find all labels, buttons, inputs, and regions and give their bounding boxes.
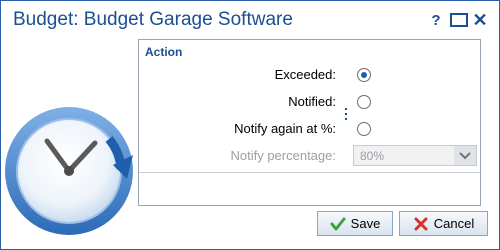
- chevron-down-icon: [459, 151, 471, 159]
- checkmark-icon: [330, 217, 346, 230]
- notify-again-radio[interactable]: [357, 122, 371, 136]
- clock-icon: [5, 107, 133, 235]
- help-icon: ?: [431, 11, 441, 29]
- panel-divider: [139, 172, 480, 173]
- save-button[interactable]: Save: [317, 211, 393, 236]
- dialog-window: Budget: Budget Garage Software ? ✕ Actio…: [0, 0, 500, 250]
- notify-percentage-label: Notify percentage:: [230, 148, 336, 163]
- cancel-button-label: Cancel: [433, 216, 475, 231]
- cancel-button[interactable]: Cancel: [399, 211, 488, 236]
- help-button[interactable]: ?: [429, 10, 443, 30]
- dropdown-button[interactable]: [454, 146, 476, 165]
- notify-percentage-value: 80%: [360, 149, 385, 163]
- notified-label: Notified:: [288, 94, 336, 109]
- exceeded-radio[interactable]: [357, 68, 371, 82]
- title-bar: Budget: Budget Garage Software ? ✕: [1, 1, 499, 39]
- window-title: Budget: Budget Garage Software: [13, 9, 293, 30]
- action-panel: Action Exceeded: Notified: Notify again …: [138, 39, 481, 206]
- close-icon: ✕: [472, 9, 488, 30]
- exceeded-label: Exceeded:: [274, 67, 336, 82]
- x-icon: [414, 217, 428, 230]
- maximize-button[interactable]: [450, 10, 468, 30]
- section-title-action: Action: [145, 45, 183, 59]
- save-button-label: Save: [350, 216, 381, 231]
- splitter-handle[interactable]: [345, 108, 348, 124]
- close-button[interactable]: ✕: [471, 10, 489, 30]
- maximize-icon: [450, 13, 468, 27]
- notify-percentage-select[interactable]: 80%: [353, 145, 477, 166]
- notify-again-label: Notify again at %:: [234, 121, 336, 136]
- notified-radio[interactable]: [357, 95, 371, 109]
